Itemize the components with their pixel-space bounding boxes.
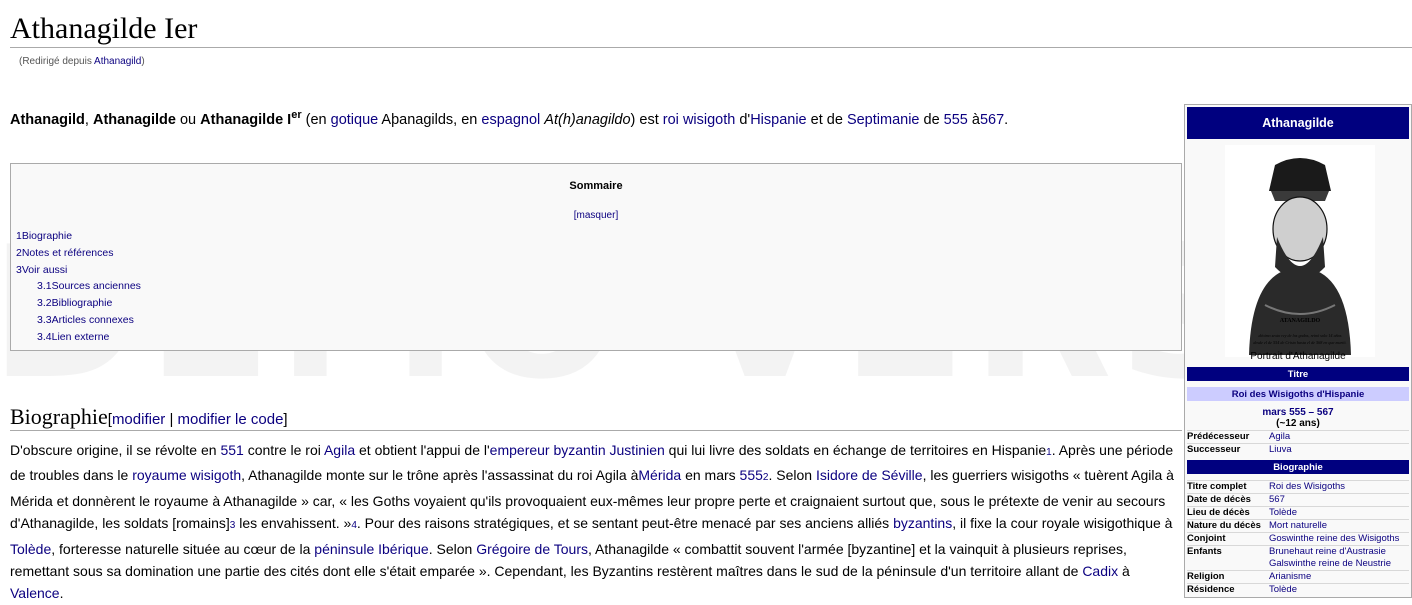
link-royaume-wisigoth[interactable]: royaume wisigoth: [132, 467, 241, 483]
link-tolede[interactable]: Tolède: [10, 541, 51, 557]
link-555-bio[interactable]: 555: [740, 467, 763, 483]
infobox-value: Mort naturelle: [1269, 520, 1328, 531]
infobox-link[interactable]: Tolède: [1269, 584, 1409, 596]
link-agila-infobox[interactable]: Agila: [1269, 431, 1409, 443]
table-row: Enfants Brunehaut reine d'Austrasie Galsw…: [1187, 545, 1409, 570]
link-liuva[interactable]: Liuva: [1269, 444, 1409, 456]
edit-link[interactable]: modifier: [112, 411, 165, 428]
infobox-title: Athanagilde: [1187, 107, 1409, 139]
table-row: Titre complet Roi des Wisigoths: [1187, 480, 1409, 493]
redirect-notice: (Redirigé depuis Athanagild): [19, 56, 145, 67]
table-row: Résidence Tolède: [1187, 583, 1409, 596]
portrait-image[interactable]: ATANAGILDO décimo sexto rey de los godos…: [1225, 145, 1375, 357]
link-gotique[interactable]: gotique: [331, 112, 379, 128]
link-espagnol[interactable]: espagnol: [481, 112, 540, 128]
portrait-inscription-2: desde el de 554 de Cristo hasta el de 56…: [1253, 340, 1346, 345]
biography-rows: Titre complet Roi des Wisigoths Date de d…: [1187, 480, 1409, 596]
link-peninsule[interactable]: péninsule Ibérique: [314, 541, 428, 557]
infobox-link[interactable]: 567: [1269, 494, 1409, 506]
link-justinien[interactable]: Justinien: [610, 442, 665, 458]
infobox-link[interactable]: Tolède: [1269, 507, 1409, 519]
portrait-caption: Portrait d'Athanagilde: [1250, 351, 1346, 362]
toc-item-lien-externe[interactable]: 3.4Lien externe: [16, 329, 141, 346]
table-row: Prédécesseur Agila: [1187, 430, 1409, 443]
link-isidore[interactable]: Isidore de Séville: [816, 467, 923, 483]
infobox-section-biographie: Biographie: [1187, 460, 1409, 474]
link-septimanie[interactable]: Septimanie: [847, 112, 920, 128]
link-567[interactable]: 567: [980, 112, 1004, 128]
link-merida[interactable]: Mérida: [638, 467, 681, 483]
link-wisigoth[interactable]: wisigoth: [683, 112, 735, 128]
toc-item-bibliographie[interactable]: 3.2Bibliographie: [16, 295, 141, 312]
portrait-name: ATANAGILDO: [1280, 318, 1321, 324]
link-555[interactable]: 555: [944, 112, 968, 128]
table-row: Religion Arianisme: [1187, 570, 1409, 583]
link-551[interactable]: 551: [220, 442, 243, 458]
infobox-link[interactable]: Roi des Wisigoths: [1269, 481, 1409, 493]
infobox: Athanagilde ATANAGILDO décimo sexto rey …: [1184, 104, 1412, 598]
link-roi[interactable]: roi: [663, 112, 679, 128]
intro-paragraph: Athanagild, Athanagilde ou Athanagilde I…: [10, 109, 1009, 128]
infobox-link[interactable]: Goswinthe reine des Wisigoths: [1269, 533, 1409, 545]
succession-rows: Prédécesseur Agila Successeur Liuva: [1187, 430, 1409, 456]
toc-item-sources[interactable]: 3.1Sources anciennes: [16, 278, 141, 295]
title-divider: [10, 47, 1412, 48]
toc-item-notes[interactable]: 2Notes et références: [16, 245, 141, 262]
toc-toggle: [masquer]: [11, 210, 1181, 221]
link-agila[interactable]: Agila: [324, 442, 355, 458]
section-divider: [10, 430, 1182, 431]
link-hispanie[interactable]: Hispanie: [750, 112, 806, 128]
toc-title: Sommaire: [569, 180, 623, 192]
table-of-contents: Sommaire [masquer] 1Biographie 2Notes et…: [10, 163, 1182, 351]
redirect-link[interactable]: Athanagild: [94, 56, 141, 67]
link-gregoire[interactable]: Grégoire de Tours: [476, 541, 588, 557]
edit-section: [modifier | modifier le code]: [107, 411, 288, 428]
toc-hide-link[interactable]: [masquer]: [574, 210, 618, 221]
toc-item-biographie[interactable]: 1Biographie: [16, 228, 141, 245]
toc-item-voir-aussi[interactable]: 3Voir aussi: [16, 262, 141, 279]
toc-item-articles[interactable]: 3.3Articles connexes: [16, 312, 141, 329]
biography-paragraph: D'obscure origine, il se révolte en 551 …: [10, 442, 1174, 602]
link-empereur-byzantin[interactable]: empereur byzantin: [490, 442, 606, 458]
reign-dates: mars 555 – 567 (~12 ans): [1262, 407, 1334, 429]
link-reign-dates[interactable]: mars 555 – 567: [1262, 407, 1333, 418]
article-page: Athanagilde Ier (Redirigé depuis Athanag…: [0, 0, 1412, 601]
table-row: Nature du décès Mort naturelle: [1187, 519, 1409, 532]
table-row: Successeur Liuva: [1187, 443, 1409, 456]
infobox-titre-value: Roi des Wisigoths d'Hispanie: [1187, 387, 1409, 401]
page-title: Athanagilde Ier: [10, 12, 198, 45]
table-row: Date de décès 567: [1187, 493, 1409, 506]
table-row: Conjoint Goswinthe reine des Wisigoths: [1187, 532, 1409, 545]
link-roi-wisigoths[interactable]: Roi des Wisigoths d'Hispanie: [1232, 389, 1365, 400]
link-byzantins[interactable]: byzantins: [893, 515, 952, 531]
toc-list: 1Biographie 2Notes et références 3Voir a…: [16, 228, 141, 346]
table-row: Lieu de décès Tolède: [1187, 506, 1409, 519]
infobox-section-titre: Titre: [1187, 367, 1409, 381]
link-cadix[interactable]: Cadix: [1082, 563, 1118, 579]
infobox-link[interactable]: Arianisme: [1269, 571, 1409, 583]
edit-source-link[interactable]: modifier le code: [178, 411, 284, 428]
infobox-link[interactable]: Brunehaut reine d'Austrasie Galswinthe r…: [1269, 546, 1409, 570]
link-valence[interactable]: Valence: [10, 585, 60, 601]
